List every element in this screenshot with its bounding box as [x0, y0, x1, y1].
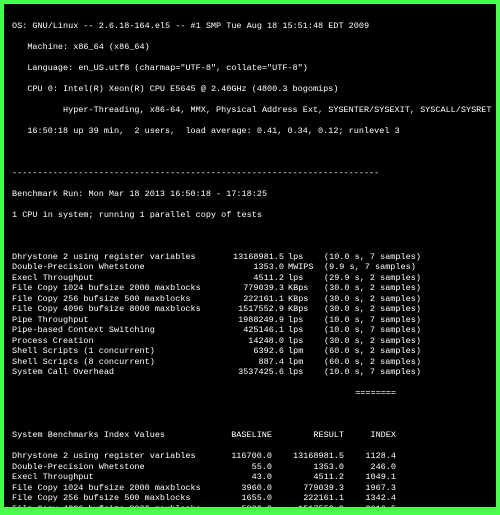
col-index: INDEX [344, 430, 396, 441]
index-row: Double-Precision Whetstone55.01353.0246.… [12, 462, 488, 473]
index-header-row: System Benchmarks Index Values BASELINE … [12, 430, 488, 441]
index-separator: ======== [12, 388, 488, 399]
result-row: File Copy 1024 bufsize 2000 maxblocks779… [12, 283, 488, 294]
result-row: Shell Scripts (1 concurrent)6392.6lpm(60… [12, 346, 488, 357]
result-row: Dhrystone 2 using register variables1316… [12, 252, 488, 263]
header-language: Language: en_US.utf8 (charmap="UTF-8", c… [12, 63, 488, 74]
result-row: Double-Precision Whetstone1353.0MWIPS(9.… [12, 262, 488, 273]
result-row: Process Creation14248.0lps(30.0 s, 2 sam… [12, 336, 488, 347]
results-block: Dhrystone 2 using register variables1316… [12, 252, 488, 378]
index-row: File Copy 256 bufsize 500 maxblocks1655.… [12, 493, 488, 504]
separator: ----------------------------------------… [12, 168, 488, 179]
header-cpu0: CPU 0: Intel(R) Xeon(R) CPU E5645 @ 2.40… [12, 84, 488, 95]
index-row: File Copy 4096 bufsize 8000 maxblocks580… [12, 504, 488, 508]
header-uptime: 16:50:18 up 39 min, 2 users, load averag… [12, 126, 488, 137]
index-block: Dhrystone 2 using register variables1167… [12, 451, 488, 507]
header-os: OS: GNU/Linux -- 2.6.18-164.el5 -- #1 SM… [12, 21, 488, 32]
result-row: Pipe Throughput1988249.9lps(10.0 s, 7 sa… [12, 315, 488, 326]
result-row: Execl Throughput4511.2lps(29.9 s, 2 samp… [12, 273, 488, 284]
index-row: Execl Throughput43.04511.21049.1 [12, 472, 488, 483]
run-title: Benchmark Run: Mon Mar 18 2013 16:50:18 … [12, 189, 488, 200]
col-result: RESULT [272, 430, 344, 441]
result-row: System Call Overhead3537425.6lps(10.0 s,… [12, 367, 488, 378]
result-row: Pipe-based Context Switching425146.1lps(… [12, 325, 488, 336]
result-row: File Copy 256 bufsize 500 maxblocks22216… [12, 294, 488, 305]
index-row: File Copy 1024 bufsize 2000 maxblocks396… [12, 483, 488, 494]
terminal-output: OS: GNU/Linux -- 2.6.18-164.el5 -- #1 SM… [4, 4, 496, 507]
col-baseline: BASELINE [212, 430, 272, 441]
header-machine: Machine: x86_64 (x86_64) [12, 42, 488, 53]
header-cpu-feats: Hyper-Threading, x86-64, MMX, Physical A… [12, 105, 488, 116]
run-cpus: 1 CPU in system; running 1 parallel copy… [12, 210, 488, 221]
result-row: File Copy 4096 bufsize 8000 maxblocks151… [12, 304, 488, 315]
index-row: Dhrystone 2 using register variables1167… [12, 451, 488, 462]
col-name: System Benchmarks Index Values [12, 430, 212, 441]
result-row: Shell Scripts (8 concurrent)887.4lpm(60.… [12, 357, 488, 368]
